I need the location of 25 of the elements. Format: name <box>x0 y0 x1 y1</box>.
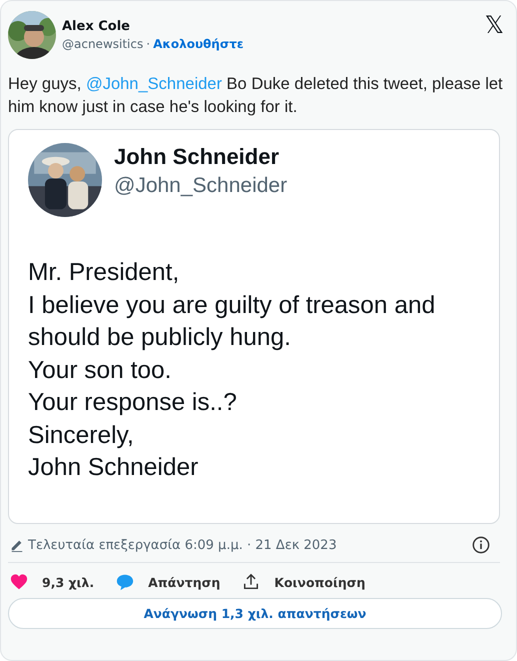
read-replies-button[interactable]: Ανάγνωση 1,3 χιλ. απαντήσεων <box>8 598 502 629</box>
follow-link[interactable]: Ακολουθήστε <box>153 37 244 51</box>
speech-bubble-icon <box>116 573 134 591</box>
quoted-text-line: I believe you are guilty of treason and <box>28 290 436 320</box>
quoted-author-name: John Schneider <box>114 144 280 170</box>
tweet-text: Hey guys, @John_Schneider Bo Duke deleted this tweet, please let him know just in case he's looking for it. <box>8 74 504 118</box>
info-icon[interactable] <box>472 536 490 554</box>
quoted-text-line: should be publicly hung. <box>28 323 292 353</box>
quoted-text-line: Your son too. <box>28 356 172 386</box>
edited-timestamp[interactable]: Τελευταία επεξεργασία 6:09 μ.μ. · 21 Δεκ 2023 <box>28 538 468 552</box>
quoted-text-line: John Schneider <box>28 453 200 483</box>
upload-icon <box>242 573 260 591</box>
quoted-author-handle: @John_Schneider <box>114 174 288 198</box>
heart-icon <box>10 573 28 591</box>
reply-button[interactable]: Απάντηση <box>116 573 220 591</box>
separator-dot: · <box>146 37 150 51</box>
share-button[interactable]: Κοινοποίηση <box>242 573 366 591</box>
like-button[interactable]: 9,3 χιλ. <box>10 573 94 591</box>
x-logo-icon[interactable]: 𝕏 <box>484 11 504 39</box>
quoted-text-line: Sincerely, <box>28 420 135 450</box>
quoted-text-line: Mr. President, <box>28 258 180 288</box>
author-handle[interactable]: @acnewsitics <box>62 37 144 51</box>
author-name[interactable]: Alex Cole <box>62 19 479 34</box>
quoted-text-line: Your response is..? <box>28 388 238 418</box>
pencil-icon <box>10 538 24 552</box>
